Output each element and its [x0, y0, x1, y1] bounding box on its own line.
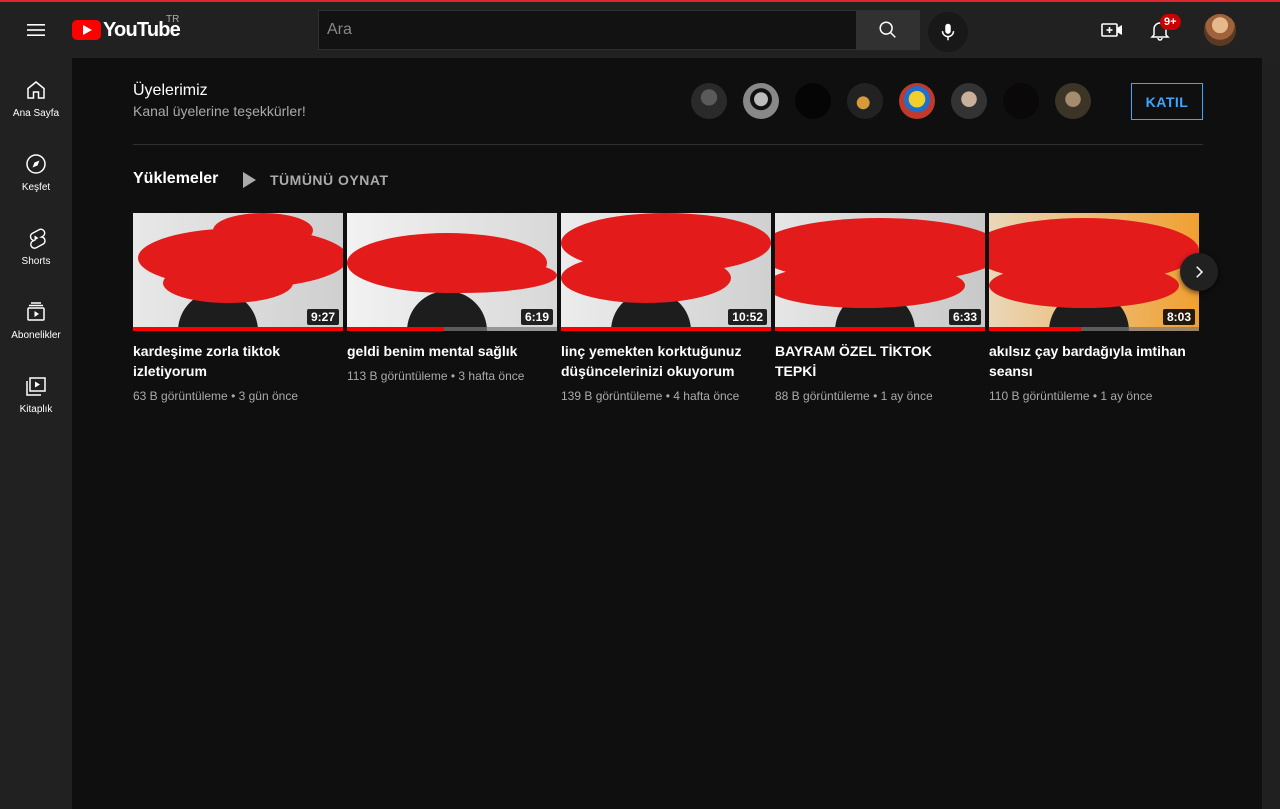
shelf-next-button[interactable] [1180, 253, 1218, 291]
country-code: TR [166, 14, 180, 25]
video-duration: 8:03 [1162, 309, 1195, 325]
video-age: 4 hafta önce [673, 389, 740, 403]
watch-progress [775, 327, 985, 331]
members-subtitle: Kanal üyelerine teşekkürler! [133, 103, 306, 119]
member-avatar[interactable] [743, 83, 779, 119]
create-video-icon [1101, 23, 1122, 37]
uploads-title[interactable]: Yüklemeler [133, 170, 218, 188]
sidebar-item-label: Keşfet [21, 182, 51, 193]
video-title[interactable]: linç yemekten korktuğunuz düşünceleriniz… [561, 341, 761, 381]
search-input[interactable] [318, 10, 856, 50]
create-button[interactable] [1092, 10, 1132, 50]
video-meta: 63 B görüntüleme • 3 gün önce [133, 389, 298, 403]
video-card[interactable]: 10:52 linç yemekten korktuğunuz düşüncel… [561, 213, 771, 403]
video-age: 1 ay önce [880, 389, 933, 403]
video-card[interactable]: 9:27 kardeşime zorla tiktok izletiyorum … [133, 213, 343, 403]
join-button[interactable]: KATIL [1131, 83, 1203, 120]
member-avatar[interactable] [847, 83, 883, 119]
video-meta: 88 B görüntüleme • 1 ay önce [775, 389, 933, 403]
video-duration: 9:27 [306, 309, 339, 325]
video-thumbnail[interactable]: 8:03 [989, 213, 1199, 331]
watch-progress-fill [775, 327, 985, 331]
member-avatar[interactable] [899, 83, 935, 119]
sidebar-item-explore[interactable]: Keşfet [0, 132, 72, 206]
play-all-button[interactable]: TÜMÜNÜ OYNAT [240, 170, 389, 190]
watch-progress [561, 327, 771, 331]
youtube-play-logo-icon [72, 20, 101, 40]
menu-icon[interactable] [24, 18, 48, 42]
watch-progress-fill [561, 327, 771, 331]
video-title[interactable]: BAYRAM ÖZEL TİKTOK TEPKİ [775, 341, 975, 381]
notifications-button[interactable]: 9+ [1140, 10, 1181, 50]
voice-search-button[interactable] [928, 12, 968, 52]
video-thumbnail[interactable]: 10:52 [561, 213, 771, 331]
video-duration: 6:33 [948, 309, 981, 325]
video-views: 88 B görüntüleme [775, 389, 870, 403]
account-avatar[interactable] [1204, 14, 1236, 46]
compass-icon [26, 154, 46, 174]
search-button[interactable] [856, 10, 920, 50]
watch-progress-fill [347, 327, 444, 331]
library-icon [26, 377, 46, 396]
member-avatar[interactable] [795, 83, 831, 119]
channel-content: Üyelerimiz Kanal üyelerine teşekkürler! … [72, 58, 1262, 809]
sidebar-item-library[interactable]: Kitaplık [0, 354, 72, 428]
video-views: 139 B görüntüleme [561, 389, 663, 403]
video-duration: 6:19 [520, 309, 553, 325]
youtube-logo[interactable]: YouTube TR [72, 14, 181, 42]
sidebar-item-label: Abonelikler [11, 330, 61, 341]
notification-count-badge: 9+ [1160, 14, 1181, 30]
masthead: YouTube TR 9+ [0, 2, 1280, 58]
sidebar-item-home[interactable]: Ana Sayfa [0, 58, 72, 132]
watch-progress [133, 327, 343, 331]
video-card[interactable]: 8:03 akılsız çay bardağıyla imtihan sean… [989, 213, 1199, 403]
video-duration: 10:52 [728, 309, 767, 325]
member-avatar[interactable] [951, 83, 987, 119]
sidebar-item-label: Shorts [21, 256, 51, 267]
video-thumbnail[interactable]: 6:19 [347, 213, 557, 331]
search-bar [318, 10, 920, 50]
video-card[interactable]: 6:19 geldi benim mental sağlık 113 B gör… [347, 213, 557, 383]
video-title[interactable]: geldi benim mental sağlık [347, 341, 547, 361]
sidebar-item-subscriptions[interactable]: Abonelikler [0, 280, 72, 354]
video-title[interactable]: akılsız çay bardağıyla imtihan seansı [989, 341, 1189, 381]
home-icon [27, 81, 45, 99]
video-meta: 110 B görüntüleme • 1 ay önce [989, 389, 1153, 403]
member-avatar[interactable] [691, 83, 727, 119]
search-icon [879, 21, 896, 38]
members-title: Üyelerimiz [133, 82, 208, 99]
video-thumbnail[interactable]: 9:27 [133, 213, 343, 331]
video-views: 110 B görüntüleme [989, 389, 1090, 403]
play-icon [243, 172, 256, 188]
chevron-right-icon [1196, 266, 1204, 278]
watch-progress-fill [133, 327, 343, 331]
video-views: 63 B görüntüleme [133, 389, 228, 403]
video-meta: 139 B görüntüleme • 4 hafta önce [561, 389, 740, 403]
video-meta: 113 B görüntüleme • 3 hafta önce [347, 369, 525, 383]
video-age: 3 hafta önce [458, 369, 525, 383]
video-title[interactable]: kardeşime zorla tiktok izletiyorum [133, 341, 333, 381]
video-card[interactable]: 6:33 BAYRAM ÖZEL TİKTOK TEPKİ 88 B görün… [775, 213, 985, 403]
shorts-icon [29, 228, 46, 249]
section-divider [133, 144, 1203, 145]
member-avatar[interactable] [1055, 83, 1091, 119]
watch-progress [989, 327, 1199, 331]
sidebar-item-label: Ana Sayfa [12, 108, 60, 119]
scrollbar[interactable] [1262, 58, 1280, 809]
watch-progress-fill [989, 327, 1082, 331]
sidebar-item-shorts[interactable]: Shorts [0, 206, 72, 280]
video-age: 3 gün önce [238, 389, 298, 403]
video-age: 1 ay önce [1100, 389, 1153, 403]
sidebar-item-label: Kitaplık [19, 404, 53, 415]
mini-guide: Ana Sayfa Keşfet Shorts Abonelikler Kita… [0, 58, 72, 809]
member-avatar[interactable] [1003, 83, 1039, 119]
play-all-label: TÜMÜNÜ OYNAT [270, 172, 389, 188]
video-thumbnail[interactable]: 6:33 [775, 213, 985, 331]
watch-progress [347, 327, 557, 331]
mic-icon [941, 23, 955, 41]
video-views: 113 B görüntüleme [347, 369, 448, 383]
subscriptions-icon [27, 302, 45, 321]
